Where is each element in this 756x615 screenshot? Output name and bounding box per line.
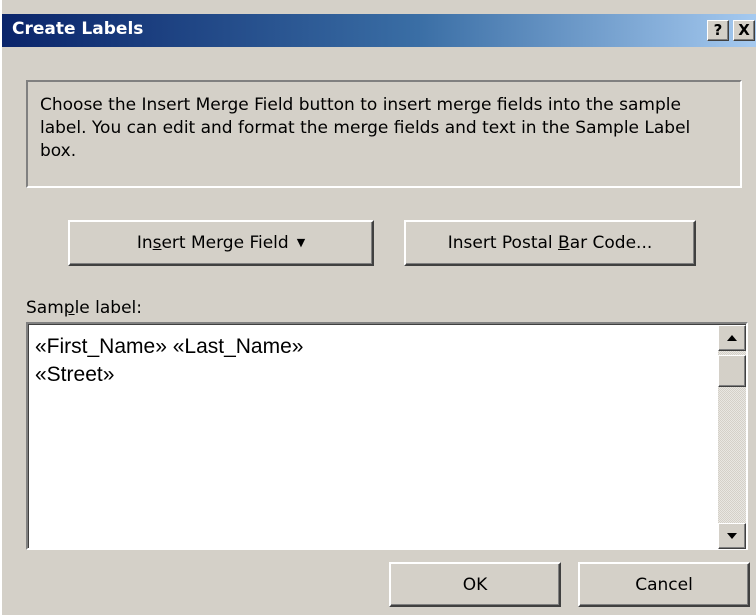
vertical-scrollbar[interactable]	[718, 325, 746, 549]
scroll-down-arrow-icon	[727, 533, 737, 539]
help-button[interactable]: ?	[707, 20, 729, 41]
sample-label-textbox[interactable]: «First_Name» «Last_Name» «Street»	[26, 322, 748, 550]
dialog-title: Create Labels	[12, 19, 144, 39]
ok-button[interactable]: OK	[389, 562, 561, 607]
create-labels-dialog: Create Labels ? X Choose the Insert Merg…	[0, 0, 756, 615]
sample-line-2: «Street»	[35, 363, 115, 386]
insert-postal-bar-code-label: Insert Postal Bar Code...	[447, 233, 653, 253]
sample-label-content[interactable]: «First_Name» «Last_Name» «Street»	[35, 333, 303, 389]
close-icon: X	[738, 21, 750, 39]
insert-merge-field-label: Insert Merge Field	[136, 233, 289, 253]
cancel-label: Cancel	[635, 574, 693, 595]
scroll-up-button[interactable]	[718, 325, 746, 351]
dropdown-arrow-icon: ▼	[296, 235, 306, 249]
scroll-down-button[interactable]	[718, 523, 746, 549]
insert-postal-bar-code-button[interactable]: Insert Postal Bar Code...	[404, 220, 696, 266]
scroll-up-arrow-icon	[727, 335, 737, 341]
instructions-text: Choose the Insert Merge Field button to …	[40, 95, 691, 161]
ok-label: OK	[462, 574, 488, 595]
cancel-button[interactable]: Cancel	[578, 562, 750, 607]
scrollbar-thumb[interactable]	[718, 355, 746, 387]
sample-label-caption: Sample label:	[26, 298, 143, 318]
instructions-panel: Choose the Insert Merge Field button to …	[26, 80, 742, 188]
title-bar[interactable]: Create Labels ? X	[2, 14, 756, 47]
close-button[interactable]: X	[733, 20, 755, 41]
help-icon: ?	[713, 21, 723, 39]
insert-merge-field-button[interactable]: Insert Merge Field ▼	[68, 220, 374, 266]
sample-line-1: «First_Name» «Last_Name»	[35, 335, 304, 358]
